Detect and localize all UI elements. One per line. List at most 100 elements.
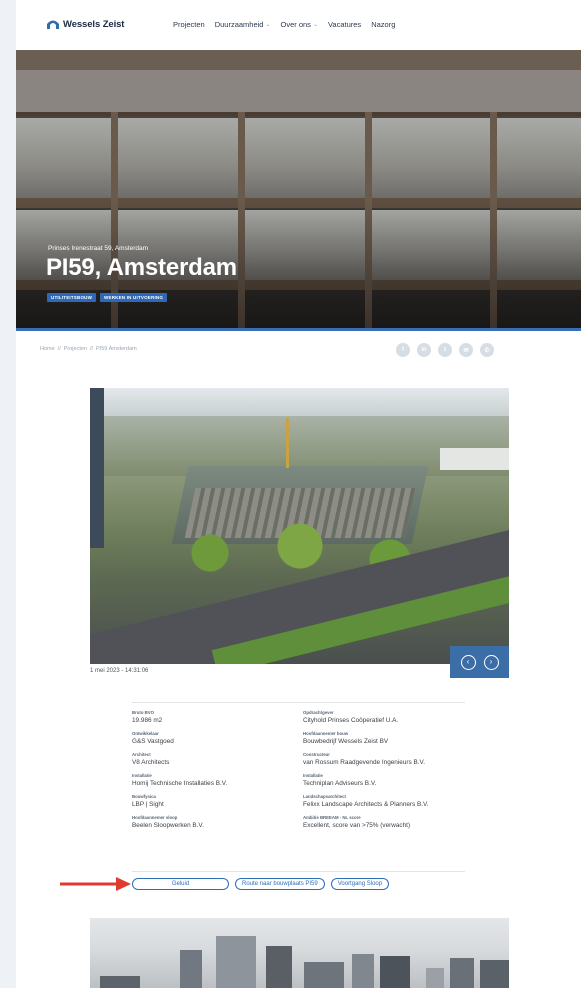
gallery-image (90, 388, 509, 664)
detail-item: Hoofdaannemer sloop Beelen Sloopwerken B.… (132, 815, 303, 829)
photo-tower (426, 968, 444, 988)
gallery-prev-button[interactable]: ‹ (460, 654, 476, 670)
hero-window (497, 118, 581, 198)
nav-item-duurzaamheid[interactable]: Duurzaamheid ⌄ (215, 20, 271, 29)
geluid-button[interactable]: Geluid (132, 878, 229, 890)
breadcrumb-separator: // (89, 346, 94, 352)
photo-tower (266, 946, 292, 988)
project-details: Bruto BVO 19.986 m2 Opdrachtgever Cityhold… (132, 702, 465, 829)
skyline-image (90, 918, 509, 988)
voortgang-sloop-button[interactable]: Voortgang Sloop (330, 878, 390, 890)
hero-image: Prinses Irenestraat 59, Amsterdam PI59, … (16, 50, 581, 330)
nav-label: Nazorg (371, 20, 396, 29)
breadcrumb-separator: // (57, 346, 61, 352)
page: Wessels Zeist Projecten Duurzaamheid ⌄ Ov… (16, 0, 581, 988)
nav-label: Vacatures (327, 20, 362, 29)
detail-label: Ambitie BREEAM - NL score (303, 815, 361, 820)
detail-item: Bruto BVO 19.986 m2 (132, 710, 303, 724)
facebook-icon[interactable]: f (396, 343, 410, 357)
detail-label: Opdrachtgever (303, 710, 334, 715)
detail-value: Bouwbedrijf Wessels Zeist BV (303, 738, 389, 745)
breadcrumb: Home // Projecten // PI59 Amsterdam (40, 346, 137, 352)
detail-item: Ambitie BREEAM - NL score Excellent, scor… (303, 815, 465, 829)
gallery-caption: 1 mei 2023 - 14:31:06 (90, 668, 149, 674)
detail-value: Homij Technische Installaties B.V. (132, 780, 228, 787)
project-links: Geluid Route naar bouwplaats PI59 Voortg… (132, 878, 390, 890)
nav-item-nazorg[interactable]: Nazorg (371, 20, 395, 29)
detail-value: Techniplan Adviseurs B.V. (303, 780, 377, 787)
email-icon[interactable]: ✉ (459, 343, 473, 357)
detail-value: Felixx Landscape Architects & Planners B… (303, 801, 429, 808)
nav-label: Duurzaamheid (214, 20, 264, 29)
hero-tags: UTILITEITSBOUW WERKEN IN UITVOERING (47, 293, 168, 302)
tag-utiliteitsbouw[interactable]: UTILITEITSBOUW (47, 293, 97, 302)
photo-tower (480, 960, 509, 988)
photo-tower (380, 956, 410, 988)
red-arrow-icon (60, 877, 131, 891)
chevron-down-icon: ⌄ (265, 22, 271, 28)
logo[interactable]: Wessels Zeist (46, 18, 124, 30)
hero-window (16, 118, 111, 198)
gallery-next-button[interactable]: › (483, 654, 499, 670)
nav-item-vacatures[interactable]: Vacatures (328, 20, 361, 29)
hero-accent-bar (16, 328, 581, 331)
photo-tower (100, 976, 140, 988)
photo-sky (90, 388, 509, 416)
nav-label: Over ons (280, 20, 311, 29)
brand-name: Wessels Zeist (63, 18, 125, 30)
site-header: Wessels Zeist Projecten Duurzaamheid ⌄ Ov… (16, 0, 581, 50)
detail-label: Architect (132, 752, 151, 757)
detail-item: Constructeur van Rossum Raadgevende Ingen… (303, 752, 465, 766)
logo-icon (47, 20, 59, 29)
detail-value: 19.986 m2 (132, 717, 163, 724)
main-nav: Projecten Duurzaamheid ⌄ Over ons ⌄ Vacatu… (173, 20, 395, 29)
hero-window (245, 118, 365, 198)
detail-label: Hoofdaannemer bouw (303, 731, 349, 736)
detail-value: Cityhold Prinses Coöperatief U.A. (303, 717, 399, 724)
breadcrumb-projecten[interactable]: Projecten (64, 346, 87, 352)
nav-label: Projecten (173, 20, 205, 29)
breadcrumb-home[interactable]: Home (40, 346, 55, 352)
detail-value: van Rossum Raadgevende Ingenieurs B.V. (303, 759, 425, 766)
whatsapp-icon[interactable]: ✆ (480, 343, 494, 357)
hero-pergola (16, 70, 581, 112)
tag-werken-in-uitvoering[interactable]: WERKEN IN UITVOERING (100, 293, 168, 302)
detail-item: Installatie Homij Technische Installaties… (132, 773, 303, 787)
detail-value: Excellent, score van >75% (verwacht) (303, 822, 411, 829)
photo-crane (286, 418, 289, 468)
route-button[interactable]: Route naar bouwplaats PI59 (235, 878, 325, 890)
detail-item: Hoofdaannemer bouw Bouwbedrijf Wessels Ze… (303, 731, 465, 745)
detail-value: G&S Vastgoed (132, 738, 174, 745)
photo-tower (352, 954, 374, 988)
hero-window (372, 118, 490, 198)
nav-item-projecten[interactable]: Projecten (173, 20, 205, 29)
detail-value: Beelen Sloopwerken B.V. (132, 822, 204, 829)
detail-item: Landschapsarchitect Felixx Landscape Arch… (303, 794, 465, 808)
photo-tower (304, 962, 344, 988)
hero-window (118, 118, 238, 198)
page-title: PI59, Amsterdam (46, 254, 237, 281)
detail-label: Constructeur (303, 752, 330, 757)
nav-item-over-ons[interactable]: Over ons ⌄ (281, 20, 318, 29)
detail-item: Architect V8 Architects (132, 752, 303, 766)
photo-tower (450, 958, 474, 988)
photo-tower (216, 936, 256, 988)
photo-edge (90, 388, 104, 548)
breadcrumb-current: PI59 Amsterdam (96, 346, 137, 352)
gallery-pager: ‹ › (450, 646, 509, 678)
detail-label: Landschapsarchitect (303, 794, 346, 799)
detail-value: LBP | Sight (132, 801, 164, 808)
detail-item: Ontwikkelaar G&S Vastgoed (132, 731, 303, 745)
detail-label: Bruto BVO (132, 710, 154, 715)
linkedin-icon[interactable]: in (417, 343, 431, 357)
detail-item: Opdrachtgever Cityhold Prinses Coöperatie… (303, 710, 465, 724)
detail-label: Bouwfysica (132, 794, 156, 799)
detail-label: Hoofdaannemer sloop (132, 815, 178, 820)
detail-item: Installatie Techniplan Adviseurs B.V. (303, 773, 465, 787)
photo-building (440, 448, 509, 470)
chevron-right-icon: › (489, 657, 493, 666)
photo-tower (180, 950, 202, 988)
twitter-icon[interactable]: t (438, 343, 452, 357)
hero-roof (16, 50, 581, 70)
chevron-left-icon: ‹ (466, 657, 470, 666)
